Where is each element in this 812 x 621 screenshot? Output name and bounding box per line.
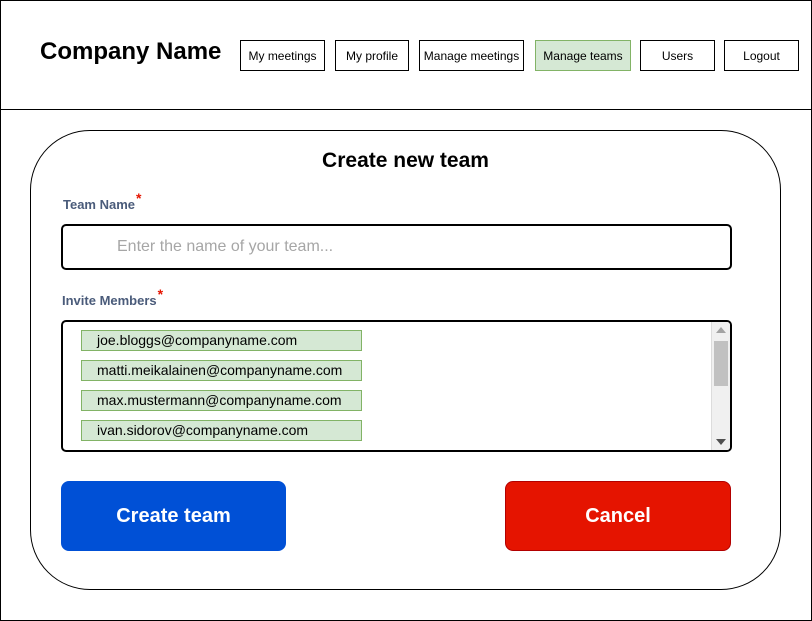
page-title: Create new team bbox=[322, 149, 489, 172]
member-chip[interactable]: ivan.sidorov@companyname.com bbox=[81, 420, 362, 441]
member-chip[interactable]: joe.bloggs@companyname.com bbox=[81, 330, 362, 351]
nav-logout-button[interactable]: Logout bbox=[724, 40, 799, 71]
nav-users-button[interactable]: Users bbox=[640, 40, 715, 71]
required-asterisk: * bbox=[157, 286, 164, 302]
invite-members-label: Invite Members* bbox=[62, 286, 163, 308]
scroll-up-arrow-icon[interactable] bbox=[716, 327, 726, 333]
team-name-label: Team Name* bbox=[63, 190, 141, 212]
required-asterisk: * bbox=[136, 190, 142, 206]
create-team-card: Create new team Team Name* Invite Member… bbox=[30, 130, 781, 590]
team-name-input[interactable] bbox=[61, 224, 732, 270]
scroll-down-arrow-icon[interactable] bbox=[716, 439, 726, 445]
scrollbar-thumb[interactable] bbox=[714, 341, 728, 386]
invite-members-list[interactable]: joe.bloggs@companyname.com matti.meikala… bbox=[61, 320, 732, 452]
nav-my-profile-button[interactable]: My profile bbox=[335, 40, 409, 71]
member-chip[interactable]: matti.meikalainen@companyname.com bbox=[81, 360, 362, 381]
member-chip[interactable]: max.mustermann@companyname.com bbox=[81, 390, 362, 411]
nav-my-meetings-button[interactable]: My meetings bbox=[240, 40, 325, 71]
cancel-button[interactable]: Cancel bbox=[505, 481, 731, 551]
nav-manage-meetings-button[interactable]: Manage meetings bbox=[419, 40, 524, 71]
nav-manage-teams-button[interactable]: Manage teams bbox=[535, 40, 631, 71]
team-name-label-text: Team Name bbox=[63, 197, 136, 212]
members-scrollbar[interactable] bbox=[711, 322, 730, 450]
create-team-button[interactable]: Create team bbox=[61, 481, 286, 551]
top-header: Company Name My meetings My profile Mana… bbox=[0, 0, 812, 110]
invite-members-label-text: Invite Members bbox=[62, 293, 157, 308]
company-name: Company Name bbox=[40, 38, 222, 65]
